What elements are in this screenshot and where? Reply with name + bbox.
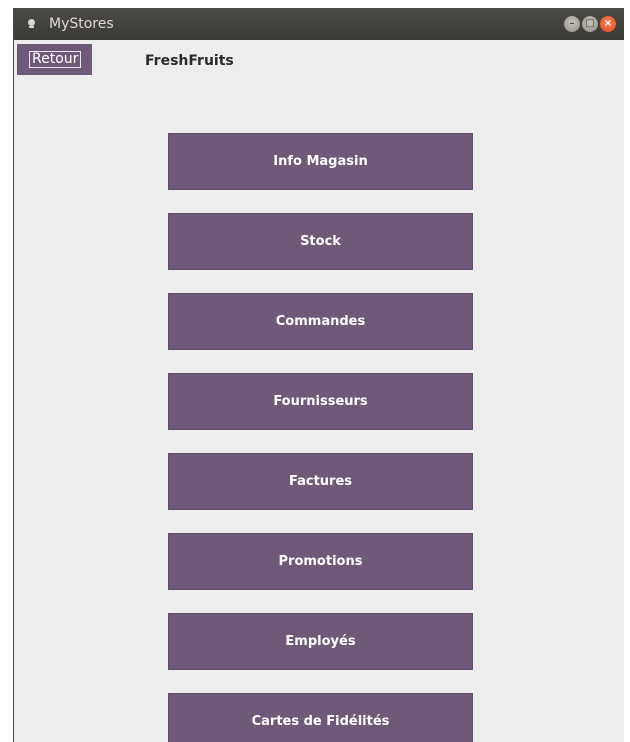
factures-button[interactable]: Factures xyxy=(168,453,473,510)
back-button[interactable]: Retour xyxy=(17,44,92,75)
minimize-icon[interactable]: – xyxy=(564,16,580,32)
promotions-button[interactable]: Promotions xyxy=(168,533,473,590)
stock-button[interactable]: Stock xyxy=(168,213,473,270)
close-icon[interactable]: × xyxy=(600,16,616,32)
maximize-icon[interactable]: □ xyxy=(582,16,598,32)
lightbulb-icon xyxy=(28,19,35,28)
commandes-button[interactable]: Commandes xyxy=(168,293,473,350)
window-title: MyStores xyxy=(49,16,114,32)
app-window: MyStores – □ × Retour FreshFruits Info M… xyxy=(13,8,624,742)
employes-button[interactable]: Employés xyxy=(168,613,473,670)
back-button-label: Retour xyxy=(29,51,82,68)
info-magasin-button[interactable]: Info Magasin xyxy=(168,133,473,190)
cartes-fidelites-button[interactable]: Cartes de Fidélités xyxy=(168,693,473,742)
fournisseurs-button[interactable]: Fournisseurs xyxy=(168,373,473,430)
main-menu: Info Magasin Stock Commandes Fournisseur… xyxy=(168,133,473,742)
title-bar[interactable]: MyStores – □ × xyxy=(14,8,624,40)
header-row: Retour FreshFruits xyxy=(14,40,624,78)
window-controls: – □ × xyxy=(564,16,616,32)
store-name: FreshFruits xyxy=(145,53,234,69)
